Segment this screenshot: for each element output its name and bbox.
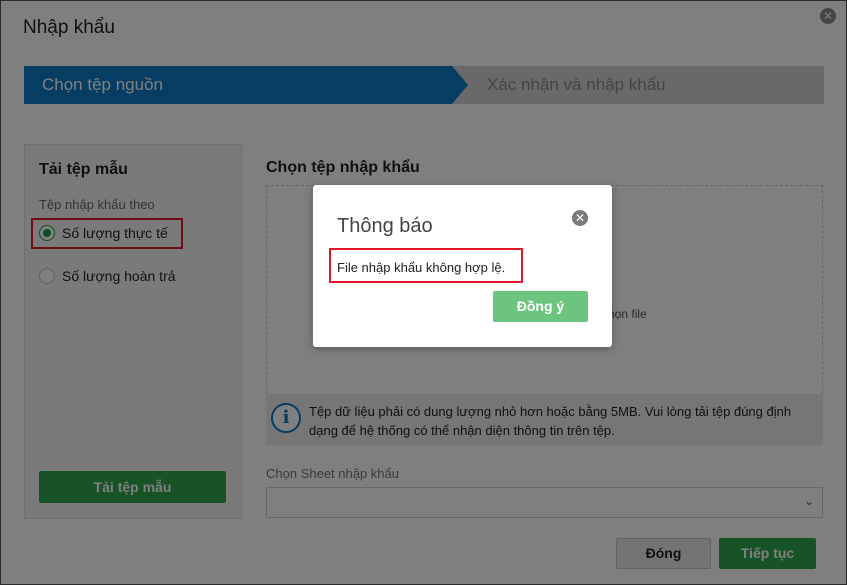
modal-title: Thông báo bbox=[337, 215, 433, 237]
close-icon[interactable]: ✕ bbox=[572, 210, 588, 226]
modal-message: File nhập khẩu không hợp lệ. bbox=[337, 260, 506, 275]
ok-button[interactable]: Đồng ý bbox=[493, 291, 588, 322]
notification-modal: Thông báo ✕ File nhập khẩu không hợp lệ.… bbox=[313, 185, 612, 347]
